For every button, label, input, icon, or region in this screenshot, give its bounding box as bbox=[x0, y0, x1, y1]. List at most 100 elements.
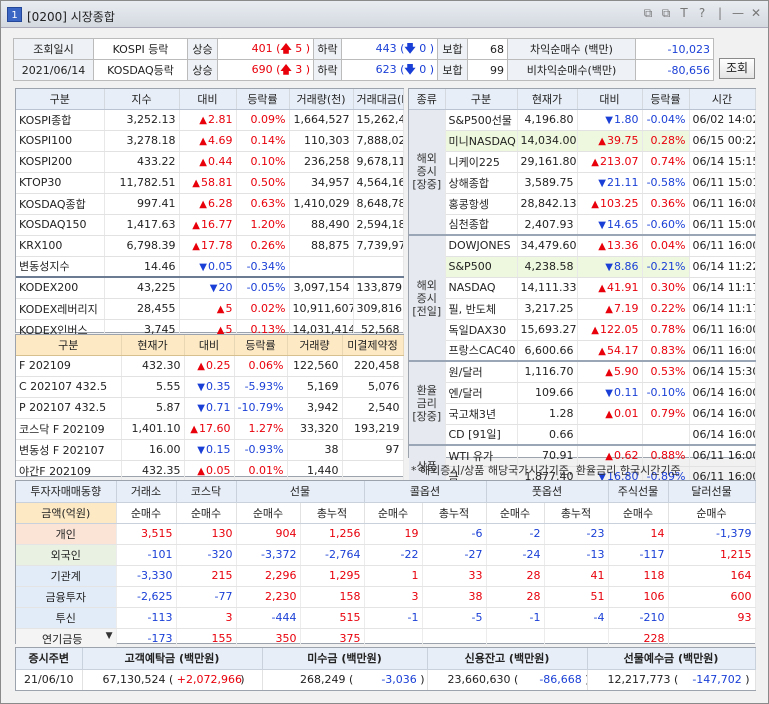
global-row[interactable]: 프랑스CAC406,600.6654.170.83%06/11 16:00 bbox=[409, 340, 756, 362]
derivative-row[interactable]: 야간F 202109432.350.050.01%1,440 bbox=[16, 460, 404, 482]
trade-amount: 8,648,789 bbox=[353, 193, 404, 215]
flow-value bbox=[422, 628, 487, 650]
flow-value: 3,515 bbox=[116, 523, 177, 545]
index-row[interactable]: KRX1006,798.3917.780.26%88,8757,739,979 bbox=[16, 235, 404, 257]
column-header: 등락률 bbox=[236, 89, 290, 110]
current-value: 6,600.66 bbox=[517, 340, 578, 362]
derivative-row[interactable]: P 202107 432.55.870.71-10.79%3,9422,540 bbox=[16, 397, 404, 419]
index-row[interactable]: KOSPI1003,278.184.690.14%110,3037,888,02… bbox=[16, 130, 404, 152]
flow-value: -117 bbox=[608, 544, 669, 566]
flow-row: 금융투자 -2,625 -77 2,230 158 3 38 28 51 106 600 bbox=[16, 586, 756, 608]
change-value bbox=[577, 424, 643, 446]
arbitrage-value: -80,656 bbox=[635, 59, 714, 81]
global-row[interactable]: 상해종합3,589.7521.11-0.58%06/11 15:01 bbox=[409, 172, 756, 194]
flow-value: -320 bbox=[176, 544, 237, 566]
derivative-row[interactable]: 변동성 F 20210716.000.15-0.93%3897 bbox=[16, 439, 404, 461]
change-rate: 0.30% bbox=[642, 277, 690, 299]
item-name: 엔/달러 bbox=[445, 382, 518, 404]
futures-deposit-value: 12,217,773 bbox=[607, 673, 671, 687]
derivative-row[interactable]: C 202107 432.55.550.35-5.93%5,1695,076 bbox=[16, 376, 404, 398]
minimize-icon[interactable]: — bbox=[732, 7, 744, 20]
fall-label: 하락 bbox=[313, 38, 342, 60]
restore-icon[interactable]: ⧉ bbox=[642, 7, 654, 20]
flat-label: 보합 bbox=[437, 38, 468, 60]
global-row[interactable]: 환율 금리 [장중]원/달러1,116.705.900.53%06/14 15:… bbox=[409, 360, 756, 446]
current-value: 1,417.63 bbox=[104, 214, 180, 236]
item-name: C 202107 432.5 bbox=[16, 376, 122, 398]
flow-value: -27 bbox=[422, 544, 487, 566]
item-name: 미니NASDAQ bbox=[445, 130, 518, 152]
flow-value: 164 bbox=[668, 565, 756, 587]
funds-date: 21/06/10 bbox=[16, 669, 83, 690]
close-icon[interactable]: ✕ bbox=[750, 7, 762, 20]
global-row[interactable]: 미니NASDAQ14,034.0039.750.28%06/15 00:22 bbox=[409, 130, 756, 152]
index-row[interactable]: KOSDAQ1501,417.6316.771.20%88,4902,594,1… bbox=[16, 214, 404, 236]
change-value: 58.81 bbox=[179, 172, 237, 194]
flow-value: 350 bbox=[236, 628, 301, 650]
derivative-row[interactable]: F 202109432.300.250.06%122,560220,458 bbox=[16, 355, 404, 377]
global-row[interactable]: CD [91일] 0.66 06/14 16:00 bbox=[409, 424, 756, 446]
global-row[interactable]: 엔/달러109.660.11-0.10%06/14 16:00 bbox=[409, 382, 756, 404]
investor-type: 기관계 bbox=[16, 565, 117, 587]
global-row[interactable]: 독일DAX3015,693.27122.050.78%06/11 16:00 bbox=[409, 319, 756, 341]
item-name: 독일DAX30 bbox=[445, 319, 518, 341]
change-rate: 0.28% bbox=[642, 130, 690, 152]
global-row[interactable]: 홍콩항셍28,842.13103.250.36%06/11 16:08 bbox=[409, 193, 756, 215]
global-row[interactable]: 해외 증시 [장중]S&P500선물4,196.801.80-0.04%06/0… bbox=[409, 109, 756, 236]
change-value: 0.05 bbox=[179, 256, 237, 278]
flow-value: 33 bbox=[422, 565, 487, 587]
item-name: KOSDAQ150 bbox=[16, 214, 105, 236]
change-rate: 1.20% bbox=[236, 214, 290, 236]
column-header: 대비 bbox=[179, 89, 237, 110]
item-name: F 202109 bbox=[16, 355, 122, 377]
help-icon[interactable]: ? bbox=[696, 7, 708, 20]
investor-type[interactable]: 연기금등 ▼ bbox=[16, 628, 117, 650]
flow-value: 130 bbox=[176, 523, 237, 545]
trade-amount: 97 bbox=[342, 439, 404, 461]
flow-group-header: 주식선물 bbox=[608, 481, 669, 503]
change-value: 5 bbox=[179, 298, 237, 320]
flow-group-header: 투자자매매동향 bbox=[16, 481, 117, 503]
etf-row[interactable]: KODEX레버리지28,45550.02%10,911,607309,816 bbox=[16, 298, 404, 320]
rise-value: 401 (🡅 5 ) bbox=[217, 38, 314, 60]
trade-amount: 15,262,485 bbox=[353, 109, 404, 131]
index-row[interactable]: KOSDAQ종합997.416.280.63%1,410,0298,648,78… bbox=[16, 193, 404, 215]
global-row[interactable]: 심천종합2,407.9314.65-0.60%06/11 15:00 bbox=[409, 214, 756, 236]
current-value: 43,225 bbox=[104, 276, 180, 299]
volume: 3,942 bbox=[287, 397, 343, 419]
global-row[interactable]: 필, 반도체3,217.257.190.22%06/14 11:17 bbox=[409, 298, 756, 320]
font-icon[interactable]: T bbox=[678, 7, 690, 20]
trade-amount: 2,540 bbox=[342, 397, 404, 419]
flow-value: -101 bbox=[116, 544, 177, 566]
up-arrow-icon: 🡅 bbox=[280, 41, 292, 55]
flow-value bbox=[364, 628, 423, 650]
global-row[interactable]: S&P5004,238.588.86-0.21%06/14 11:22 bbox=[409, 256, 756, 278]
etf-row[interactable]: KODEX20043,22520-0.05%3,097,154133,879 bbox=[16, 276, 404, 299]
global-row[interactable]: 국고채3년1.280.010.79%06/14 16:00 bbox=[409, 403, 756, 425]
amount-unit-label: 금액(억원) bbox=[16, 502, 117, 524]
index-row[interactable]: 변동성지수14.460.05-0.34% bbox=[16, 256, 404, 278]
current-value: 6,798.39 bbox=[104, 235, 180, 257]
index-row[interactable]: KTOP3011,782.5158.810.50%34,9574,564,165 bbox=[16, 172, 404, 194]
item-name: KOSDAQ종합 bbox=[16, 193, 105, 215]
current-value: 3,278.18 bbox=[104, 130, 180, 152]
volume: 236,258 bbox=[289, 151, 354, 173]
chevron-down-icon[interactable]: ▼ bbox=[106, 631, 113, 641]
copy-icon[interactable]: ⧉ bbox=[660, 7, 672, 20]
index-row[interactable]: KOSPI종합3,252.132.810.09%1,664,52715,262,… bbox=[16, 109, 404, 131]
trade-amount: 2,594,183 bbox=[353, 214, 404, 236]
item-name: NASDAQ bbox=[445, 277, 518, 299]
column-header: 현재가 bbox=[121, 335, 185, 356]
global-row[interactable]: 니케이22529,161.80213.070.74%06/14 15:15 bbox=[409, 151, 756, 173]
trade-amount: 5,076 bbox=[342, 376, 404, 398]
global-market-panel: 종류 구분 현재가 대비 등락률 시간 해외 증시 [장중] S&P500선물 4,196.8… bbox=[408, 88, 756, 488]
customer-deposit: 67,130,524 ( +2,072,966 ) bbox=[82, 669, 263, 690]
index-row[interactable]: KOSPI200433.220.440.10%236,2589,678,115 bbox=[16, 151, 404, 173]
breadth-row: 2021/06/14 KOSDAQ등락 상승 690 (🡅 3 ) 하락 623 (🡇 0… bbox=[13, 59, 714, 81]
global-row[interactable]: 해외 증시 [전일]DOWJONES34,479.6013.360.04%06/… bbox=[409, 234, 756, 362]
derivative-row[interactable]: 코스닥 F 2021091,401.1017.601.27%33,320193,… bbox=[16, 418, 404, 440]
query-button[interactable]: 조회 bbox=[719, 58, 755, 79]
flow-group-header: 콜옵션 bbox=[364, 481, 487, 503]
global-row[interactable]: NASDAQ14,111.3341.910.30%06/14 11:17 bbox=[409, 277, 756, 299]
flow-value: 51 bbox=[544, 586, 609, 608]
